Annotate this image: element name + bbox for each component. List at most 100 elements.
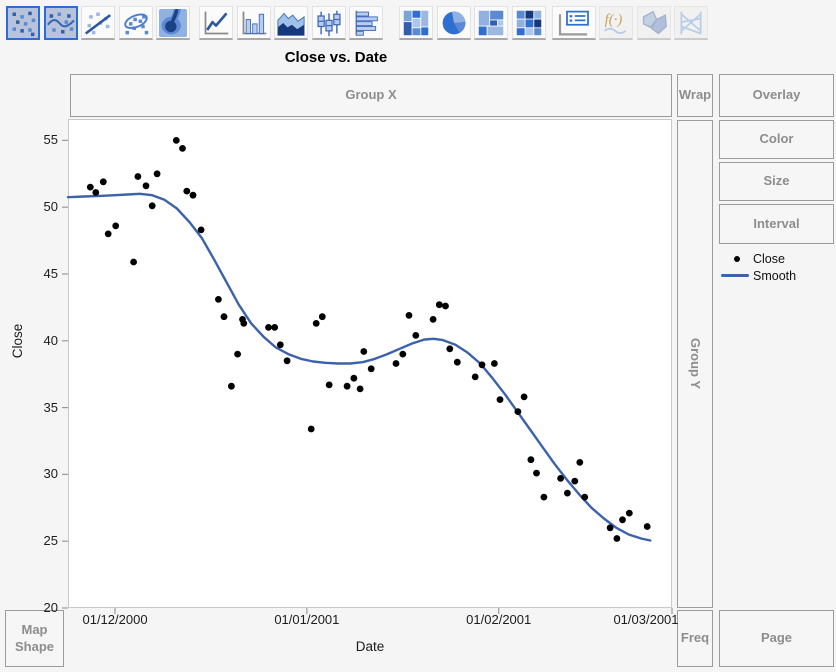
data-point[interactable] (435, 301, 443, 309)
data-point[interactable] (92, 189, 100, 196)
contour-tool-button[interactable] (156, 6, 190, 40)
drop-zone-color[interactable]: Color (719, 120, 834, 159)
data-point[interactable] (220, 313, 228, 321)
data-point[interactable] (564, 489, 571, 497)
y-tick-label: 30 (43, 466, 58, 482)
data-point[interactable] (265, 324, 272, 331)
scatter-plot-canvas[interactable] (62, 119, 673, 614)
caption-box-tool-button[interactable] (551, 6, 596, 40)
ellipse-tool-button[interactable] (118, 6, 153, 40)
formula-icon: f(·) (604, 11, 627, 34)
histogram-tool-button[interactable] (349, 6, 383, 40)
data-point[interactable] (405, 312, 413, 319)
data-point[interactable] (399, 350, 407, 358)
data-point[interactable] (478, 361, 486, 369)
data-point[interactable] (571, 477, 579, 485)
line-chart-tool-button[interactable] (199, 6, 233, 40)
smoother-tool-button[interactable] (43, 6, 78, 40)
data-point[interactable] (276, 341, 284, 349)
data-point[interactable] (142, 182, 150, 190)
data-point[interactable] (172, 137, 180, 144)
bar-chart-tool-button[interactable] (236, 6, 271, 40)
data-point[interactable] (625, 509, 633, 517)
data-point[interactable] (446, 345, 454, 353)
data-point[interactable] (343, 382, 351, 390)
data-point[interactable] (557, 475, 564, 482)
legend: Close Smooth (719, 250, 835, 284)
data-point[interactable] (453, 358, 461, 366)
plot-area[interactable] (62, 119, 673, 614)
mosaic-tool-button[interactable] (399, 6, 433, 40)
data-point[interactable] (104, 230, 112, 238)
data-point[interactable] (153, 170, 161, 178)
data-point[interactable] (228, 382, 235, 390)
data-point[interactable] (533, 469, 540, 477)
data-point[interactable] (367, 365, 375, 373)
data-point[interactable] (179, 145, 186, 152)
data-point[interactable] (540, 493, 548, 501)
data-point[interactable] (183, 187, 191, 195)
map-shapes-tool-button (636, 6, 671, 40)
data-point[interactable] (134, 173, 142, 180)
bar-chart-icon (242, 11, 266, 34)
drop-zone-map-shape[interactable]: Map Shape (5, 610, 64, 667)
y-tick-label: 45 (43, 265, 58, 281)
data-point[interactable] (576, 459, 584, 466)
data-point[interactable] (112, 222, 120, 230)
drop-zone-freq[interactable]: Freq (677, 610, 713, 667)
drop-zone-interval[interactable]: Interval (719, 204, 834, 244)
x-axis-label: Date (355, 639, 385, 654)
drop-zone-group-x[interactable]: Group X (70, 74, 672, 117)
drop-zone-group-y[interactable]: Group Y (677, 120, 713, 608)
data-point[interactable] (527, 456, 535, 464)
data-point[interactable] (234, 350, 242, 358)
data-point[interactable] (491, 360, 498, 367)
data-point[interactable] (271, 324, 279, 331)
data-point[interactable] (360, 348, 368, 355)
line-of-fit-tool-button[interactable] (81, 6, 115, 40)
pie-chart-tool-button[interactable] (436, 6, 471, 40)
data-point[interactable] (442, 302, 449, 310)
data-point[interactable] (350, 374, 358, 382)
data-point[interactable] (643, 523, 651, 530)
data-point[interactable] (581, 493, 589, 501)
data-point[interactable] (99, 178, 107, 186)
smoother-icon (46, 12, 75, 34)
data-point[interactable] (307, 425, 315, 433)
drop-zone-wrap[interactable]: Wrap (677, 74, 713, 117)
area-chart-tool-button[interactable] (274, 6, 308, 40)
points-tool-button[interactable] (6, 6, 40, 40)
legend-item-smooth: Smooth (719, 267, 835, 284)
data-point[interactable] (283, 357, 291, 365)
data-point[interactable] (392, 360, 400, 367)
data-point[interactable] (356, 385, 364, 393)
heatmap-tool-button[interactable] (511, 6, 546, 40)
treemap-icon (478, 10, 504, 35)
data-point[interactable] (318, 313, 326, 321)
data-point[interactable] (429, 316, 437, 323)
data-point[interactable] (613, 535, 621, 542)
drop-zone-size[interactable]: Size (719, 162, 834, 201)
data-point[interactable] (514, 408, 522, 415)
data-point[interactable] (215, 296, 222, 303)
data-point[interactable] (148, 202, 156, 210)
drop-zone-overlay[interactable]: Overlay (719, 74, 834, 117)
data-point[interactable] (86, 183, 94, 191)
data-point[interactable] (496, 396, 504, 403)
data-point[interactable] (189, 191, 197, 199)
data-point[interactable] (130, 258, 137, 266)
treemap-tool-button[interactable] (474, 6, 508, 40)
data-point[interactable] (412, 332, 420, 339)
data-point[interactable] (197, 226, 205, 234)
pie-chart-icon (442, 11, 465, 34)
data-point[interactable] (520, 393, 528, 401)
data-point[interactable] (240, 320, 248, 327)
box-plot-tool-button[interactable] (311, 6, 346, 40)
data-point[interactable] (471, 373, 479, 381)
drop-zone-page[interactable]: Page (719, 610, 834, 667)
data-point[interactable] (312, 320, 320, 327)
data-point[interactable] (619, 516, 626, 524)
legend-item-close: Close (719, 250, 835, 267)
data-point[interactable] (606, 524, 614, 532)
data-point[interactable] (325, 381, 333, 389)
